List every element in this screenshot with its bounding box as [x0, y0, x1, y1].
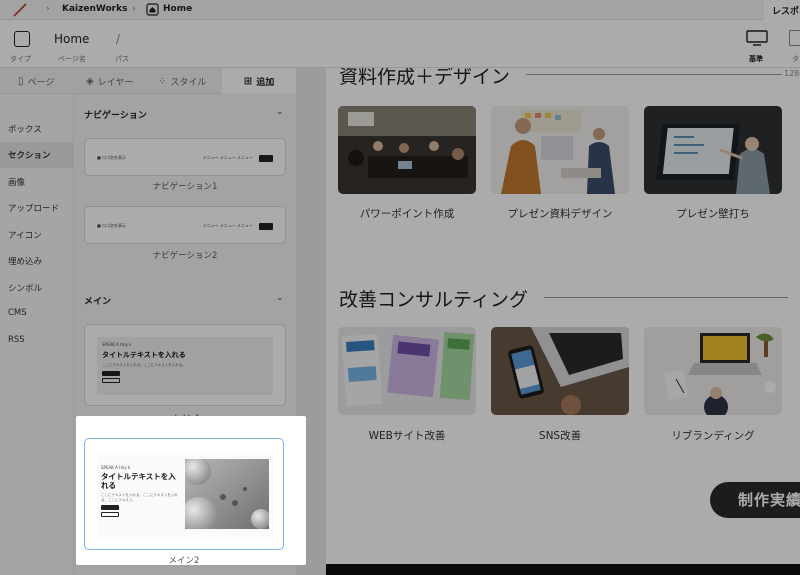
thumb-button — [101, 505, 119, 511]
thumb-image — [185, 459, 269, 529]
thumb-eyebrow: SPEAK A tiny k — [101, 465, 131, 470]
component-card-main2[interactable]: SPEAK A tiny k タイトルテキストを入れる ここにテキストを入れる。… — [84, 438, 284, 550]
thumb-button — [101, 512, 119, 518]
app-root: › KaizenWorks › Home レスポ タイプ Home ページ名 /… — [0, 0, 800, 575]
thumb-title: タイトルテキストを入れる — [101, 472, 176, 490]
highlighted-component: SPEAK A tiny k タイトルテキストを入れる ここにテキストを入れる。… — [76, 416, 306, 566]
main2-thumbnail: SPEAK A tiny k タイトルテキストを入れる ここにテキストを入れる。… — [97, 453, 273, 539]
thumb-body: ここにテキストを入れる。ここにテキストを入れる。ここにテキスト。 — [101, 493, 178, 502]
component-caption: メイン2 — [168, 556, 200, 566]
